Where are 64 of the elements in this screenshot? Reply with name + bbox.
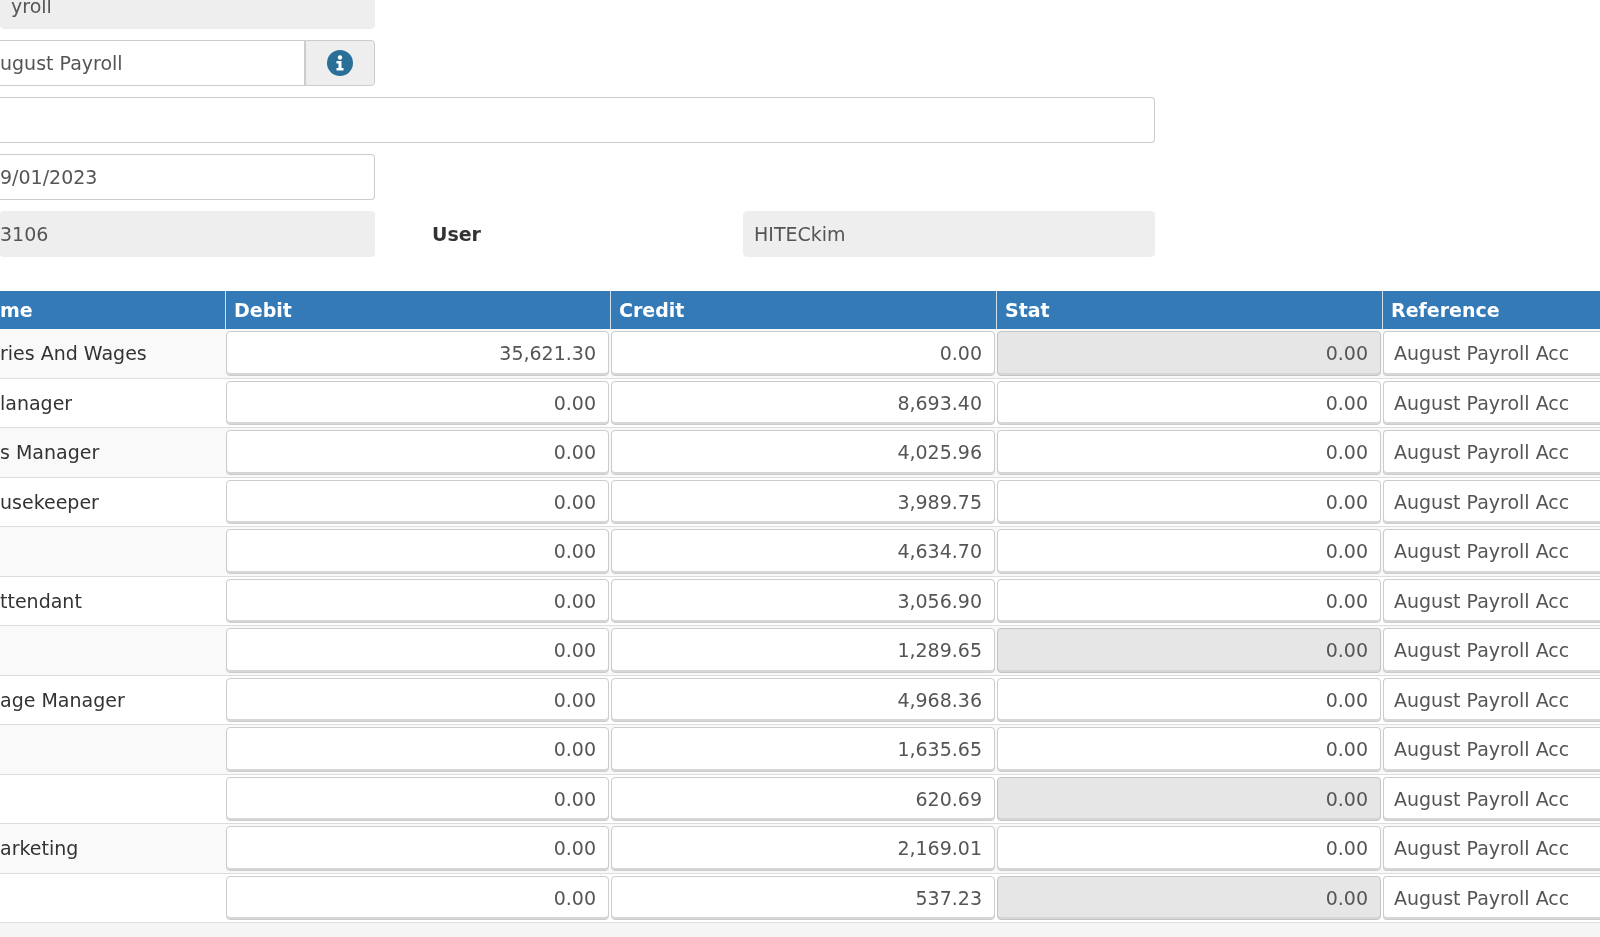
debit-field[interactable]: 0.00 — [226, 875, 609, 920]
stat-field[interactable]: 0.00 — [997, 380, 1381, 425]
stat-field[interactable]: 0.00 — [997, 430, 1381, 475]
stat-field[interactable]: 0.00 — [997, 727, 1381, 772]
credit-field[interactable]: 8,693.40 — [611, 380, 995, 425]
table-cell-text: lanager — [0, 390, 74, 416]
credit-field[interactable]: 1,635.65 — [611, 727, 995, 772]
credit-field[interactable]: 4,968.36 — [611, 677, 995, 722]
reference-field[interactable]: August Payroll Acc — [1383, 529, 1600, 574]
credit-field[interactable]: 4,025.96 — [611, 430, 995, 475]
credit-field[interactable]: 0.00 — [611, 331, 995, 376]
reference-field[interactable]: August Payroll Acc — [1383, 727, 1600, 772]
readonly-field: 3106 — [0, 211, 375, 257]
debit-field[interactable]: 0.00 — [226, 776, 609, 821]
debit-field[interactable]: 0.00 — [226, 727, 609, 772]
reference-field[interactable]: August Payroll Acc — [1383, 331, 1600, 376]
stat-field[interactable]: 0.00 — [997, 479, 1381, 524]
table-cell-text: age Manager — [0, 687, 126, 713]
table-cell-text: ries And Wages — [0, 341, 148, 367]
reference-field[interactable]: August Payroll Acc — [1383, 628, 1600, 673]
credit-field[interactable]: 4,634.70 — [611, 529, 995, 574]
column-header: Debit — [225, 291, 610, 329]
debit-field[interactable]: 0.00 — [226, 380, 609, 425]
credit-field[interactable]: 2,169.01 — [611, 826, 995, 871]
credit-field[interactable]: 537.23 — [611, 875, 995, 920]
stat-field[interactable]: 0.00 — [997, 529, 1381, 574]
input-field[interactable] — [0, 97, 1155, 143]
credit-field[interactable]: 3,056.90 — [611, 578, 995, 623]
stat-field[interactable]: 0.00 — [997, 578, 1381, 623]
stat-field[interactable]: 0.00 — [997, 826, 1381, 871]
column-header: Credit — [610, 291, 996, 329]
reference-field[interactable]: August Payroll Acc — [1383, 479, 1600, 524]
input-field[interactable]: ugust Payroll — [0, 40, 305, 86]
reference-field[interactable]: August Payroll Acc — [1383, 677, 1600, 722]
reference-field[interactable]: August Payroll Acc — [1383, 380, 1600, 425]
debit-field[interactable]: 0.00 — [226, 677, 609, 722]
user-label: User — [432, 223, 482, 245]
debit-field[interactable]: 0.00 — [226, 826, 609, 871]
table-cell-text: arketing — [0, 836, 80, 862]
column-header: Stat — [996, 291, 1382, 329]
credit-field[interactable]: 620.69 — [611, 776, 995, 821]
reference-field[interactable]: August Payroll Acc — [1383, 776, 1600, 821]
column-header: me — [0, 291, 225, 329]
table-cell-text: usekeeper — [0, 489, 100, 515]
debit-field[interactable]: 0.00 — [226, 479, 609, 524]
credit-field[interactable]: 1,289.65 — [611, 628, 995, 673]
reference-field[interactable]: August Payroll Acc — [1383, 875, 1600, 920]
debit-field[interactable]: 0.00 — [226, 628, 609, 673]
column-header: Reference — [1382, 291, 1600, 329]
debit-field[interactable]: 0.00 — [226, 529, 609, 574]
reference-field[interactable]: August Payroll Acc — [1383, 430, 1600, 475]
reference-field[interactable]: August Payroll Acc — [1383, 578, 1600, 623]
info-button[interactable] — [305, 40, 375, 86]
user-field: HITECkim — [743, 211, 1155, 257]
debit-field[interactable]: 0.00 — [226, 430, 609, 475]
stat-field[interactable]: 0.00 — [997, 677, 1381, 722]
credit-field[interactable]: 3,989.75 — [611, 479, 995, 524]
debit-field[interactable]: 0.00 — [226, 578, 609, 623]
date-field[interactable]: 9/01/2023 — [0, 154, 375, 200]
info-icon — [327, 50, 353, 76]
debit-field[interactable]: 35,621.30 — [226, 331, 609, 376]
table-cell-text: s Manager — [0, 440, 101, 466]
reference-field[interactable]: August Payroll Acc — [1383, 826, 1600, 871]
table-cell-text: ttendant — [0, 588, 83, 614]
